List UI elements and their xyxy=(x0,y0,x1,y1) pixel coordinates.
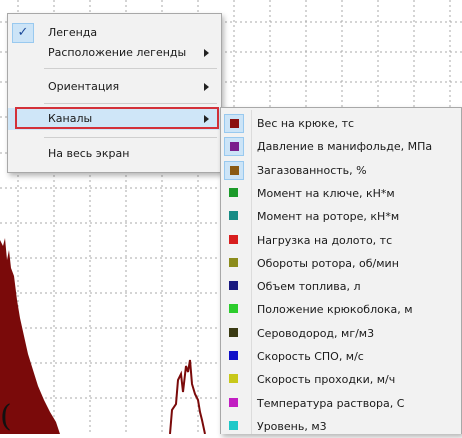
channel-label: Сероводород, мг/м3 xyxy=(257,326,375,340)
channel-label: Температура раствора, С xyxy=(257,396,405,410)
channel-item[interactable]: Температура раствора, С xyxy=(221,393,461,415)
menu-separator xyxy=(44,103,217,104)
channel-label: Момент на ключе, кН*м xyxy=(257,186,395,200)
channels-submenu: Вес на крюке, тс Давление в манифольде, М… xyxy=(220,107,462,434)
menu-item-legend-position[interactable]: Расположение легенды xyxy=(8,42,221,64)
channel-item[interactable]: Момент на ключе, кН*м xyxy=(221,183,461,205)
submenu-arrow-icon xyxy=(204,115,209,123)
channel-label: Нагрузка на долото, тс xyxy=(257,233,393,247)
channel-item[interactable]: Объем топлива, л xyxy=(221,276,461,298)
channel-label: Обороты ротора, об/мин xyxy=(257,256,399,270)
color-swatch-icon xyxy=(229,420,238,430)
menu-item-legend[interactable]: ✓ Легенда xyxy=(8,22,221,44)
color-swatch-icon xyxy=(230,142,239,152)
channel-label: Давление в манифольде, МПа xyxy=(257,140,433,154)
color-swatch-icon xyxy=(230,165,239,175)
channel-label: Загазованность, % xyxy=(257,163,367,177)
channel-item[interactable]: Сероводород, мг/м3 xyxy=(221,323,461,345)
channel-label: Положение крюкоблока, м xyxy=(257,303,413,317)
color-swatch-icon xyxy=(229,397,238,407)
color-swatch-icon xyxy=(229,234,238,244)
channel-item[interactable]: Загазованность, % xyxy=(221,160,461,182)
menu-separator xyxy=(44,137,217,138)
color-swatch-icon xyxy=(229,211,238,221)
channel-label: Скорость проходки, м/ч xyxy=(257,373,396,387)
channel-item[interactable]: Положение крюкоблока, м xyxy=(221,299,461,321)
color-swatch-icon xyxy=(229,257,238,267)
menu-item-label: Ориентация xyxy=(48,80,120,93)
channel-checked-swatch-icon xyxy=(224,137,244,157)
menu-item-label: На весь экран xyxy=(48,147,130,160)
menu-separator xyxy=(44,68,217,69)
channel-item[interactable]: Давление в манифольде, МПа xyxy=(221,136,461,158)
channel-item[interactable]: Вес на крюке, тс xyxy=(221,113,461,135)
channel-label: Скорость СПО, м/с xyxy=(257,350,364,363)
menu-item-orientation[interactable]: Ориентация xyxy=(8,76,221,98)
color-swatch-icon xyxy=(230,119,239,128)
channel-item[interactable]: Момент на роторе, кН*м xyxy=(221,206,461,228)
submenu-arrow-icon xyxy=(204,83,209,91)
highlight-frame xyxy=(15,107,219,129)
color-swatch-icon xyxy=(229,187,238,197)
menu-item-label: Каналы xyxy=(48,112,93,125)
channel-label: Момент на роторе, кН*м xyxy=(257,210,400,224)
channel-checked-swatch-icon xyxy=(224,114,244,133)
menu-item-label: Расположение легенды xyxy=(48,46,187,59)
channel-label: Объем топлива, л xyxy=(257,280,361,294)
channel-checked-swatch-icon xyxy=(224,160,244,180)
channel-item[interactable]: Обороты ротора, об/мин xyxy=(221,253,461,275)
menu-item-channels[interactable]: Каналы xyxy=(8,107,221,130)
color-swatch-icon xyxy=(229,374,238,384)
color-swatch-icon xyxy=(229,351,238,360)
submenu-arrow-icon xyxy=(204,49,209,57)
partial-text: ( xyxy=(0,399,12,434)
channel-item[interactable]: Нагрузка на долото, тс xyxy=(221,230,461,252)
series-line-mid xyxy=(169,359,206,434)
channel-item[interactable]: Скорость СПО, м/с xyxy=(221,346,461,368)
channel-item[interactable]: Скорость проходки, м/ч xyxy=(221,369,461,391)
color-swatch-icon xyxy=(229,327,238,337)
channel-label: Вес на крюке, тс xyxy=(257,117,355,130)
checkmark-icon: ✓ xyxy=(12,23,34,43)
color-swatch-icon xyxy=(229,281,238,291)
menu-item-fullscreen[interactable]: На весь экран xyxy=(8,143,221,165)
context-menu: ✓ Легенда Расположение легенды Ориентаци… xyxy=(7,13,222,173)
color-swatch-icon xyxy=(229,304,238,314)
channel-item[interactable]: Уровень, м3 xyxy=(221,416,461,438)
menu-item-label: Легенда xyxy=(48,26,98,39)
chart-series-fill xyxy=(0,238,206,434)
channel-label: Уровень, м3 xyxy=(257,419,327,433)
